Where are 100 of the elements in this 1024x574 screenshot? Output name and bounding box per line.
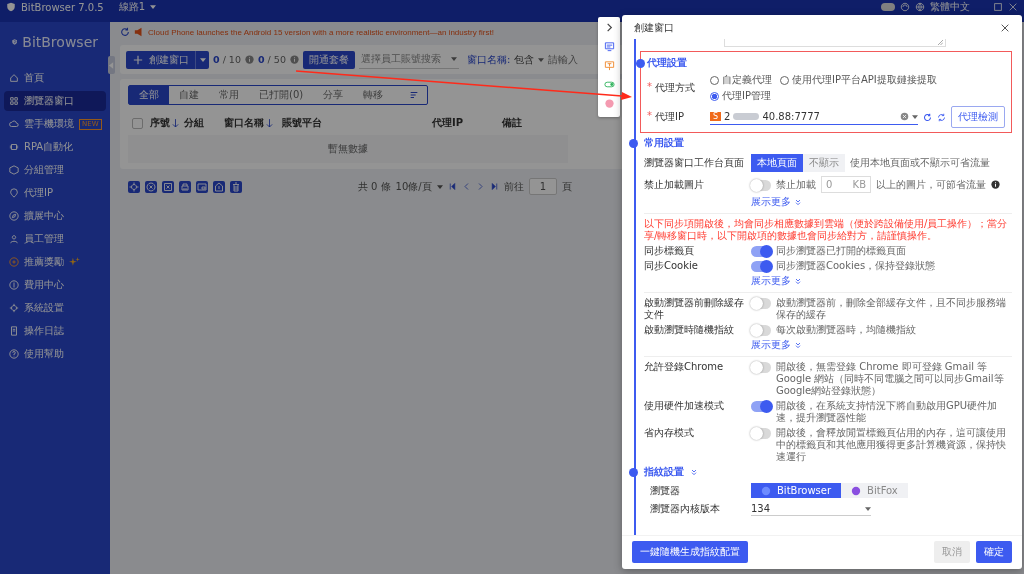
caret-icon[interactable] <box>538 57 545 62</box>
line-selector[interactable]: 線路1 <box>118 0 146 14</box>
size-field[interactable]: 0 KB <box>821 176 871 193</box>
create-window-button[interactable]: 創建窗口 <box>126 50 209 69</box>
close-circle-icon[interactable] <box>145 180 157 193</box>
chevron-down-icon[interactable] <box>794 198 802 206</box>
show-more-link[interactable]: 展示更多 <box>751 195 791 209</box>
upload-icon[interactable] <box>213 180 225 193</box>
announcement-text[interactable]: Cloud Phone launches the Android 15 version with a more realistic environment—an industry first! <box>148 27 494 37</box>
filter-tab[interactable]: 常用 <box>209 86 249 104</box>
caret-icon <box>450 57 457 61</box>
caret-icon[interactable] <box>150 5 157 9</box>
last-page-icon[interactable] <box>489 182 499 191</box>
sidebar-item[interactable]: 系統設置 <box>4 298 106 318</box>
column-header[interactable]: 賬號平台 <box>282 116 432 130</box>
maximize-icon[interactable] <box>993 2 1003 12</box>
toggle-switch[interactable] <box>751 298 771 309</box>
setting-label: 瀏覽器窗口工作台頁面 <box>644 157 745 169</box>
sidebar-item[interactable]: 分組管理 <box>4 160 106 180</box>
filter-tab[interactable]: 分享 <box>313 86 354 104</box>
segment-option[interactable]: 不顯示 <box>803 154 845 172</box>
chevron-down-icon[interactable] <box>690 468 698 476</box>
printer-icon[interactable] <box>179 180 191 193</box>
browser-option[interactable]: BitFox <box>841 483 908 498</box>
cancel-button[interactable]: 取消 <box>934 541 970 563</box>
segment-option[interactable]: 本地頁面 <box>751 154 803 172</box>
sort-arrow-icon[interactable] <box>266 118 273 128</box>
checkbox[interactable] <box>132 117 143 129</box>
radio-option[interactable]: 自定義代理 <box>710 73 772 87</box>
sidebar-item[interactable]: 代理IP <box>4 183 106 203</box>
radio-option[interactable]: 使用代理IP平台API提取鏈接提取 <box>780 73 937 87</box>
caret-icon[interactable] <box>199 57 206 62</box>
caret-icon[interactable] <box>865 506 871 511</box>
filter-tab[interactable]: 轉移 <box>353 86 394 104</box>
help-icon[interactable] <box>991 180 1000 189</box>
toggle-switch[interactable] <box>751 428 771 439</box>
confirm-button[interactable]: 確定 <box>976 541 1012 563</box>
toggle-icon[interactable] <box>881 3 895 11</box>
sidebar-item[interactable]: 瀏覽器窗口 <box>4 91 106 111</box>
page-size-select[interactable]: 10條/頁 <box>395 179 432 194</box>
circle-icon[interactable] <box>603 98 615 109</box>
window-icon[interactable] <box>196 180 208 193</box>
info-icon[interactable] <box>289 55 299 64</box>
sidebar-item[interactable]: 員工管理 <box>4 229 106 249</box>
plan-button[interactable]: 開通套餐 <box>302 50 355 69</box>
sidebar-item[interactable]: 擴展中心 <box>4 206 106 226</box>
toggle-switch[interactable] <box>751 362 771 373</box>
toggle-icon[interactable] <box>603 79 615 90</box>
toggle-switch[interactable] <box>751 261 771 272</box>
sync-icon[interactable] <box>937 112 946 122</box>
sort-arrow-icon[interactable] <box>172 118 179 128</box>
toggle-switch[interactable] <box>751 246 771 257</box>
headset-icon[interactable] <box>900 2 910 12</box>
monitor-icon[interactable] <box>603 41 615 52</box>
filter-tab[interactable]: 全部 <box>129 86 169 104</box>
stop-icon[interactable] <box>162 180 174 193</box>
chevron-down-icon[interactable] <box>794 277 802 285</box>
refresh-icon[interactable] <box>120 27 130 37</box>
sidebar-item[interactable]: RPA自動化 <box>4 137 106 157</box>
clear-icon[interactable] <box>900 112 909 121</box>
toggle-switch[interactable] <box>751 325 771 336</box>
info-icon[interactable] <box>244 55 254 64</box>
show-more-link[interactable]: 展示更多 <box>751 274 791 288</box>
toggle-switch[interactable] <box>751 401 771 412</box>
trash-icon[interactable] <box>230 180 242 193</box>
page-field[interactable]: 1 <box>528 178 557 195</box>
proxy-select-field[interactable]: S 2 40.88:7777 <box>710 109 918 125</box>
gear-icon[interactable] <box>128 180 140 193</box>
refresh-icon[interactable] <box>923 112 932 122</box>
sidebar-item[interactable]: 使用幫助 <box>4 344 106 364</box>
chevron-down-icon[interactable] <box>794 341 802 349</box>
radio-option[interactable]: 代理IP管理 <box>710 89 771 103</box>
caret-icon[interactable] <box>912 114 918 119</box>
close-icon[interactable] <box>1000 23 1010 33</box>
sort-icon[interactable] <box>409 90 420 100</box>
sidebar-item[interactable]: 操作日誌 <box>4 321 106 341</box>
setting-description: 開啟後，會釋放閒置標籤頁佔用的內存，這可讓使用中的標籤頁和其他應用獲得更多計算機資源，保持快速運行 <box>776 427 1007 463</box>
column-header[interactable]: 代理IP <box>432 116 502 130</box>
proxy-check-button[interactable]: 代理檢測 <box>951 106 1005 128</box>
sidebar-item[interactable]: 費用中心 <box>4 275 106 295</box>
caret-icon[interactable] <box>436 184 443 189</box>
sidebar-item[interactable]: 首頁 <box>4 68 106 88</box>
resize-grip-icon[interactable] <box>938 40 943 45</box>
show-more-link[interactable]: 展示更多 <box>751 338 791 352</box>
column-header[interactable]: 分組 <box>184 116 224 130</box>
sidebar-item[interactable]: 推薦獎勵 <box>4 252 106 272</box>
operator-select[interactable]: 包含 <box>514 52 535 67</box>
column-header[interactable]: 序號 <box>150 116 184 130</box>
filter-tab[interactable]: 自建 <box>169 86 209 104</box>
language-selector[interactable]: 繁體中文 <box>930 0 970 14</box>
kernel-select[interactable]: 134 <box>751 502 871 516</box>
column-header[interactable]: 備註 <box>502 116 562 130</box>
column-header[interactable]: 窗口名稱 <box>224 116 282 130</box>
presentation-icon[interactable] <box>603 60 615 71</box>
browser-option[interactable]: BitBrowser <box>751 483 842 498</box>
random-fingerprint-button[interactable]: 一鍵隨機生成指紋配置 <box>632 541 748 563</box>
toggle-switch[interactable] <box>751 179 771 191</box>
collapse-handle[interactable] <box>108 56 115 74</box>
first-page-icon[interactable] <box>447 182 457 191</box>
filter-tab[interactable]: 已打開(0) <box>249 86 314 104</box>
